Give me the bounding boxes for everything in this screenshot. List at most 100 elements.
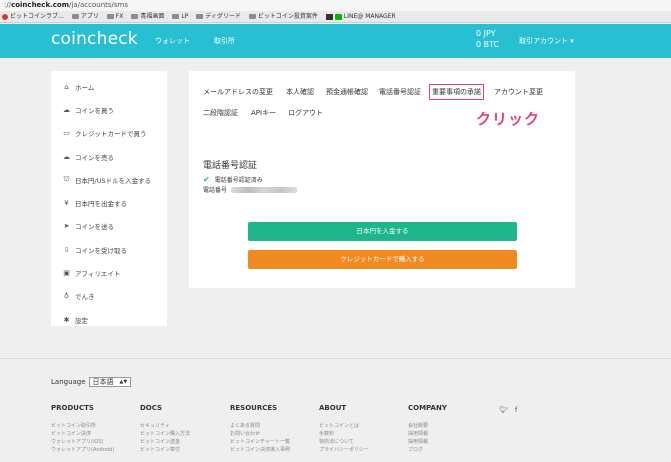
sidebar: ⌂ ホーム ☁ コインを買う ▭ クレジットカードで買う ☁ コインを売る ⛫ 日本円/U… bbox=[51, 71, 167, 326]
bookmark-favicon-icon bbox=[2, 13, 8, 20]
footer-link[interactable]: 手数料 bbox=[319, 430, 369, 438]
footer-link[interactable]: ビットコイン決済導入事例 bbox=[230, 446, 290, 454]
footer-link[interactable]: 特商法について bbox=[319, 438, 369, 446]
bookmark-item[interactable]: LP bbox=[172, 11, 188, 22]
footer-link[interactable]: ビットコイン寄付 bbox=[140, 446, 190, 454]
folder-icon bbox=[131, 14, 139, 19]
account-menu[interactable]: 取引アカウント ▾ bbox=[519, 36, 574, 46]
bookmark-item[interactable]: ビットコイン投資案件 bbox=[248, 11, 318, 22]
coincheck-logo[interactable]: coincheck bbox=[51, 29, 138, 49]
language-selector: Language 日本語 ▲▼ bbox=[51, 377, 132, 387]
tab-account-change[interactable]: アカウント変更 bbox=[494, 87, 543, 97]
bookmark-favicon-icon bbox=[325, 13, 333, 20]
tab-phone-verification[interactable]: 電話番号認証 bbox=[379, 87, 421, 97]
footer-link[interactable]: お問い合わせ bbox=[230, 430, 290, 438]
footer-column-docs: DOCS セキュリティ ビットコイン購入方法 ビットコイン送金 ビットコイン寄付 bbox=[140, 404, 191, 454]
tab-two-factor[interactable]: 二段階認証 bbox=[203, 108, 238, 118]
folder-icon bbox=[71, 14, 79, 19]
site-header: coincheck ウォレット 取引所 0 JPY 0 BTC 取引アカウント … bbox=[0, 24, 671, 58]
yen-icon: ¥ bbox=[64, 199, 69, 208]
cloud-download-icon: ☁ bbox=[63, 105, 70, 114]
footer-link[interactable]: ウォレットアプリ(Android) bbox=[51, 446, 114, 454]
footer-link[interactable]: ウォレットアプリ(iOS) bbox=[51, 438, 114, 446]
tab-bankbook-verification[interactable]: 預金通帳確認 bbox=[326, 87, 368, 97]
sidebar-item-denki[interactable]: ♁ でんき bbox=[51, 285, 167, 308]
nav-exchange[interactable]: 取引所 bbox=[214, 36, 235, 46]
home-icon: ⌂ bbox=[64, 82, 69, 91]
sidebar-item-home[interactable]: ⌂ ホーム bbox=[51, 75, 167, 98]
balance-jpy: 0 JPY bbox=[476, 29, 496, 38]
section-title: 電話番号認証 bbox=[203, 161, 258, 171]
footer-column-about: ABOUT ビットコインとは 手数料 特商法について プライバシーポリシー bbox=[319, 404, 369, 454]
footer-link[interactable]: プライバシーポリシー bbox=[319, 446, 369, 454]
folder-icon bbox=[196, 14, 204, 19]
bookmark-item[interactable]: 青福画面 bbox=[131, 11, 164, 22]
deposit-jpy-button[interactable]: 日本円を入金する bbox=[248, 222, 517, 241]
facebook-icon[interactable]: f bbox=[515, 406, 517, 414]
check-icon: ✔ bbox=[203, 175, 210, 184]
bank-icon: ⛫ bbox=[63, 175, 70, 184]
site-footer: Language 日本語 ▲▼ PRODUCTS ビットコイン取引所 ビットコイン… bbox=[0, 358, 671, 462]
send-icon: ➤ bbox=[63, 222, 70, 231]
folder-icon bbox=[106, 14, 114, 19]
sidebar-item-credit-card[interactable]: ▭ クレジットカードで買う bbox=[51, 122, 167, 145]
line-icon bbox=[334, 13, 342, 20]
sidebar-item-settings[interactable]: ✱ 設定 bbox=[51, 308, 167, 331]
tab-api-key[interactable]: APIキー bbox=[251, 108, 276, 118]
sidebar-item-sell-coin[interactable]: ☁ コインを売る bbox=[51, 145, 167, 168]
twitter-icon[interactable]: 🐦︎ bbox=[499, 406, 508, 414]
credit-card-icon: ▭ bbox=[63, 129, 70, 138]
footer-link[interactable]: ビットコインとは bbox=[319, 422, 369, 430]
select-arrow-icon: ▲▼ bbox=[119, 378, 128, 385]
bookmark-item[interactable]: アプリ bbox=[71, 11, 99, 22]
sidebar-item-withdraw[interactable]: ¥ 日本円を出金する bbox=[51, 191, 167, 214]
tab-logout[interactable]: ログアウト bbox=[288, 108, 323, 118]
gift-icon: ▣ bbox=[63, 269, 70, 278]
bookmark-item[interactable]: LINE@ MANAGER bbox=[325, 11, 396, 22]
main-card: メールアドレスの変更 本人確認 預金通帳確認 電話番号認証 重要事項の承諾 アカ… bbox=[189, 71, 575, 288]
language-select[interactable]: 日本語 ▲▼ bbox=[88, 377, 132, 387]
tab-email-change[interactable]: メールアドレスの変更 bbox=[203, 87, 273, 97]
gear-icon: ✱ bbox=[63, 315, 70, 324]
footer-link[interactable]: セキュリティ bbox=[140, 422, 190, 430]
folder-icon bbox=[172, 14, 180, 19]
bookmark-item[interactable]: FX bbox=[106, 11, 123, 22]
footer-link[interactable]: ビットコイン取引所 bbox=[51, 422, 114, 430]
bookmark-item[interactable]: ディグリード bbox=[196, 11, 241, 22]
url-path: /ja/accounts/sms bbox=[69, 1, 128, 9]
sidebar-item-receive-coin[interactable]: ⇩ コインを受け取る bbox=[51, 238, 167, 261]
download-icon: ⇩ bbox=[63, 245, 70, 254]
sidebar-item-affiliate[interactable]: ▣ アフィリエイト bbox=[51, 261, 167, 284]
footer-link[interactable]: ビットコイン送金 bbox=[140, 438, 190, 446]
sidebar-item-send-coin[interactable]: ➤ コインを送る bbox=[51, 215, 167, 238]
footer-link[interactable]: ビットコインチャート一覧 bbox=[230, 438, 290, 446]
nav-wallet[interactable]: ウォレット bbox=[155, 36, 190, 46]
footer-link[interactable]: ビットコイン購入方法 bbox=[140, 430, 190, 438]
lightbulb-icon: ♁ bbox=[63, 292, 70, 301]
phone-verified-status: ✔ 電話番号認証済み bbox=[203, 175, 263, 184]
footer-link[interactable]: 会社概要 bbox=[408, 422, 447, 430]
tab-important-terms[interactable]: 重要事項の承諾 bbox=[429, 84, 484, 100]
footer-column-resources: RESOURCES よくある質問 お問い合わせ ビットコインチャート一覧 ビット… bbox=[230, 404, 291, 454]
buy-with-credit-card-button[interactable]: クレジットカードで購入する bbox=[248, 250, 517, 269]
balance-btc: 0 BTC bbox=[476, 40, 500, 49]
phone-number-row: 電話番号 bbox=[203, 185, 298, 194]
folder-icon bbox=[248, 14, 256, 19]
footer-link[interactable]: ブログ bbox=[408, 446, 447, 454]
bookmark-item[interactable]: ビットコインラブ... bbox=[2, 11, 64, 22]
phone-number-blurred bbox=[231, 186, 298, 193]
tab-identity-verification[interactable]: 本人確認 bbox=[286, 87, 314, 97]
footer-link[interactable]: よくある質問 bbox=[230, 422, 290, 430]
balances: 0 JPY 0 BTC bbox=[476, 28, 499, 50]
cloud-upload-icon: ☁ bbox=[63, 152, 70, 161]
footer-link[interactable]: 採用情報 bbox=[408, 438, 447, 446]
footer-link[interactable]: ビットコイン決済 bbox=[51, 430, 114, 438]
footer-link[interactable]: 採用情報 bbox=[408, 430, 447, 438]
sidebar-item-deposit[interactable]: ⛫ 日本円/USドルを入金する bbox=[51, 168, 167, 191]
social-links: 🐦︎ f bbox=[499, 406, 524, 414]
bookmarks-bar: ビットコインラブ... アプリ FX 青福画面 LP ディグリード ビットコイン… bbox=[0, 11, 671, 23]
footer-column-company: COMPANY 会社概要 採用情報 採用情報 ブログ bbox=[408, 404, 447, 454]
browser-url-bar[interactable]: ://coincheck.com/ja/accounts/sms bbox=[0, 0, 671, 11]
sidebar-item-buy-coin[interactable]: ☁ コインを買う bbox=[51, 98, 167, 121]
click-annotation: クリック bbox=[476, 110, 541, 128]
